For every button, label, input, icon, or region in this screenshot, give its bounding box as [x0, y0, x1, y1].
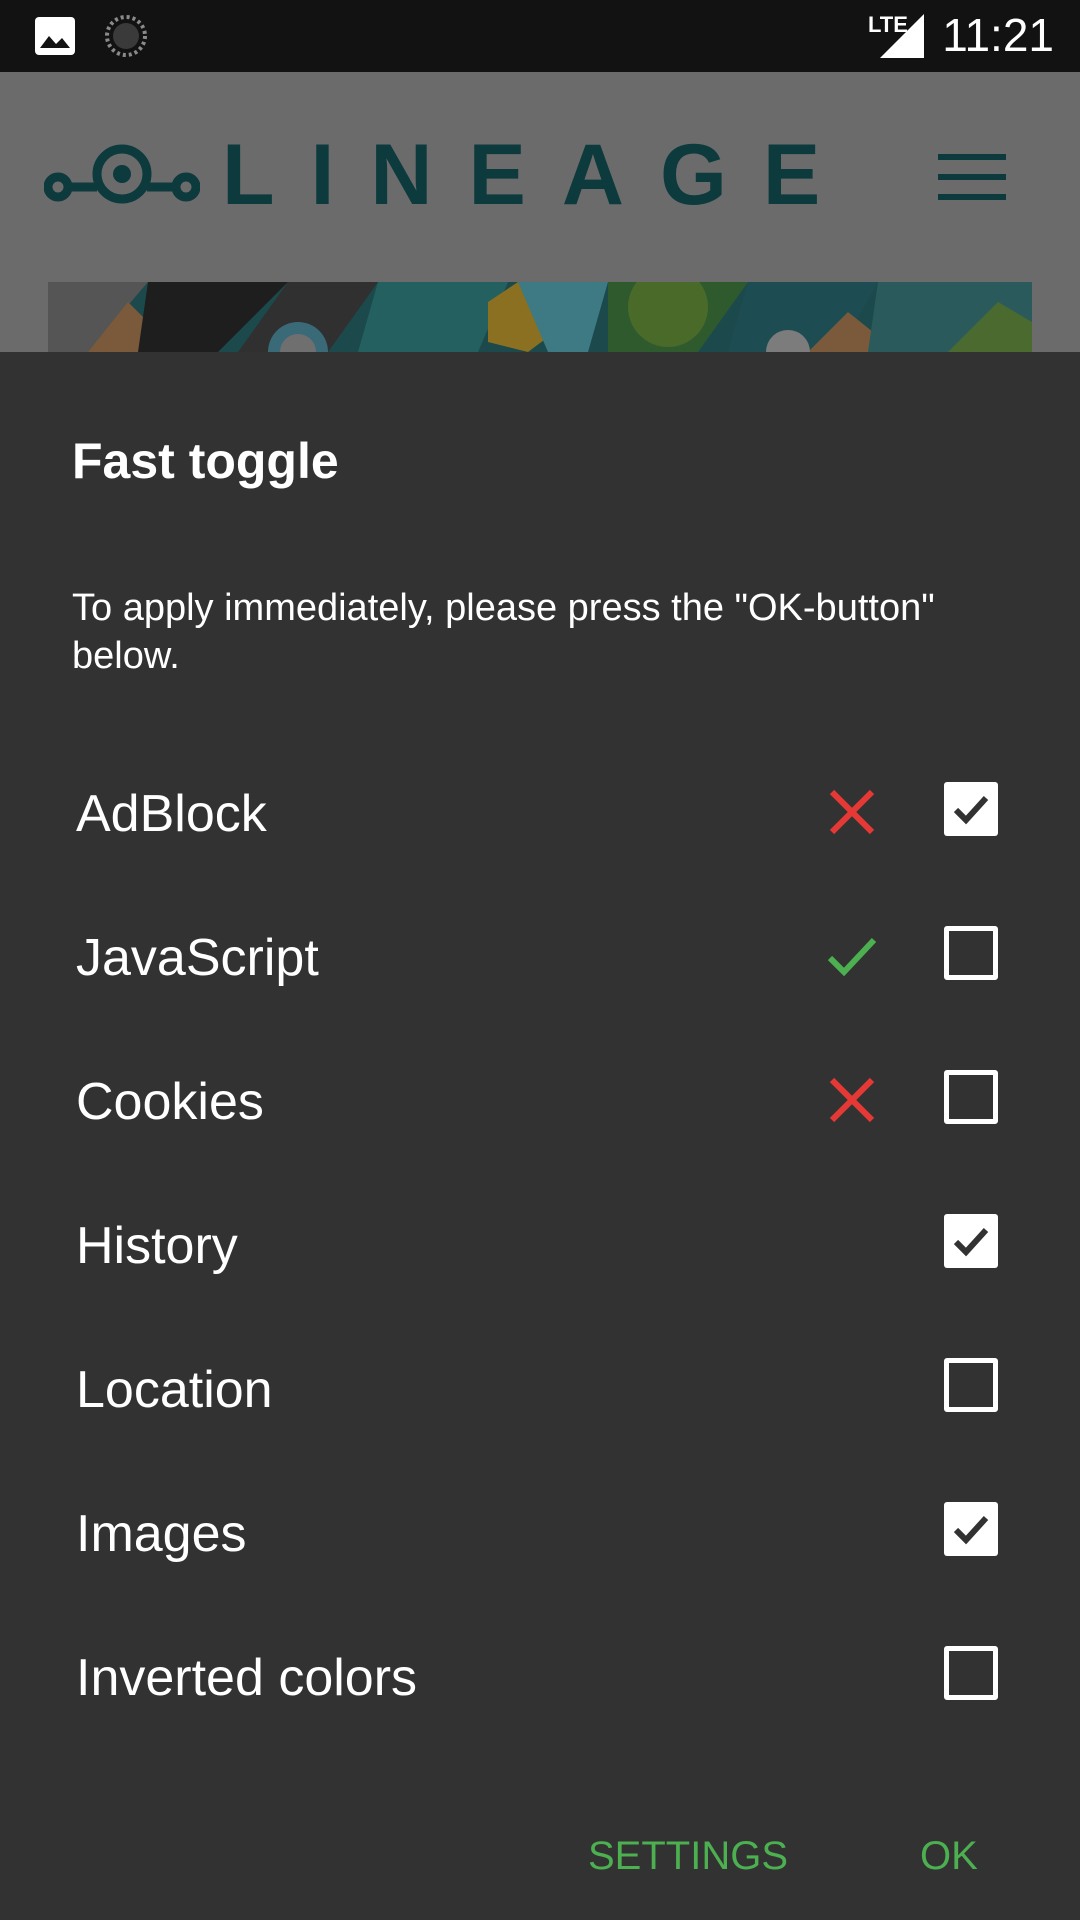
hamburger-menu-icon[interactable]: [938, 154, 1006, 200]
dialog-actions: SETTINGS OK: [0, 1792, 1080, 1920]
javascript-checkbox[interactable]: [944, 926, 998, 980]
lineage-logo-icon: [44, 144, 200, 204]
inverted-colors-checkbox[interactable]: [944, 1646, 998, 1700]
history-checkbox[interactable]: [944, 1214, 998, 1268]
row-label: Location: [76, 1361, 273, 1419]
signal-icon: [880, 14, 924, 58]
background-page: LINEAGE: [0, 72, 1080, 352]
adblock-checkbox[interactable]: [944, 782, 998, 836]
toggle-row-javascript[interactable]: JavaScript: [0, 906, 1080, 1050]
toggle-row-cookies[interactable]: Cookies: [0, 1050, 1080, 1194]
image-icon: [35, 17, 75, 55]
row-label: Images: [76, 1505, 247, 1563]
fast-toggle-dialog: Fast toggle To apply immediately, please…: [0, 352, 1080, 1920]
lineage-logo-text: LINEAGE: [222, 127, 857, 223]
clock: 11:21: [942, 9, 1054, 61]
row-label: History: [76, 1217, 238, 1275]
toggle-row-adblock[interactable]: AdBlock: [0, 762, 1080, 906]
row-label: JavaScript: [76, 929, 319, 987]
cross-icon: [829, 789, 875, 835]
banner-image: [48, 282, 1032, 352]
location-checkbox[interactable]: [944, 1358, 998, 1412]
row-label: Cookies: [76, 1073, 264, 1131]
toggle-row-images[interactable]: Images: [0, 1482, 1080, 1626]
ok-button[interactable]: OK: [920, 1792, 978, 1920]
toggle-row-location[interactable]: Location: [0, 1338, 1080, 1482]
checkmark-icon: [953, 1515, 989, 1545]
dialog-message: To apply immediately, please press the "…: [72, 587, 935, 677]
check-icon: [827, 937, 877, 977]
toggle-row-inverted-colors[interactable]: Inverted colors: [0, 1626, 1080, 1770]
row-label: Inverted colors: [76, 1649, 418, 1707]
images-checkbox[interactable]: [944, 1502, 998, 1556]
row-label: AdBlock: [76, 785, 267, 843]
cross-icon: [829, 1077, 875, 1123]
toggle-row-history[interactable]: History: [0, 1194, 1080, 1338]
cookies-checkbox[interactable]: [944, 1070, 998, 1124]
checkmark-icon: [953, 795, 989, 825]
settings-button[interactable]: SETTINGS: [588, 1792, 788, 1920]
loading-spinner-icon: [105, 15, 147, 57]
checkmark-icon: [953, 1227, 989, 1257]
status-bar: LTE 11:21: [0, 0, 1080, 72]
dialog-title: Fast toggle: [72, 433, 339, 489]
